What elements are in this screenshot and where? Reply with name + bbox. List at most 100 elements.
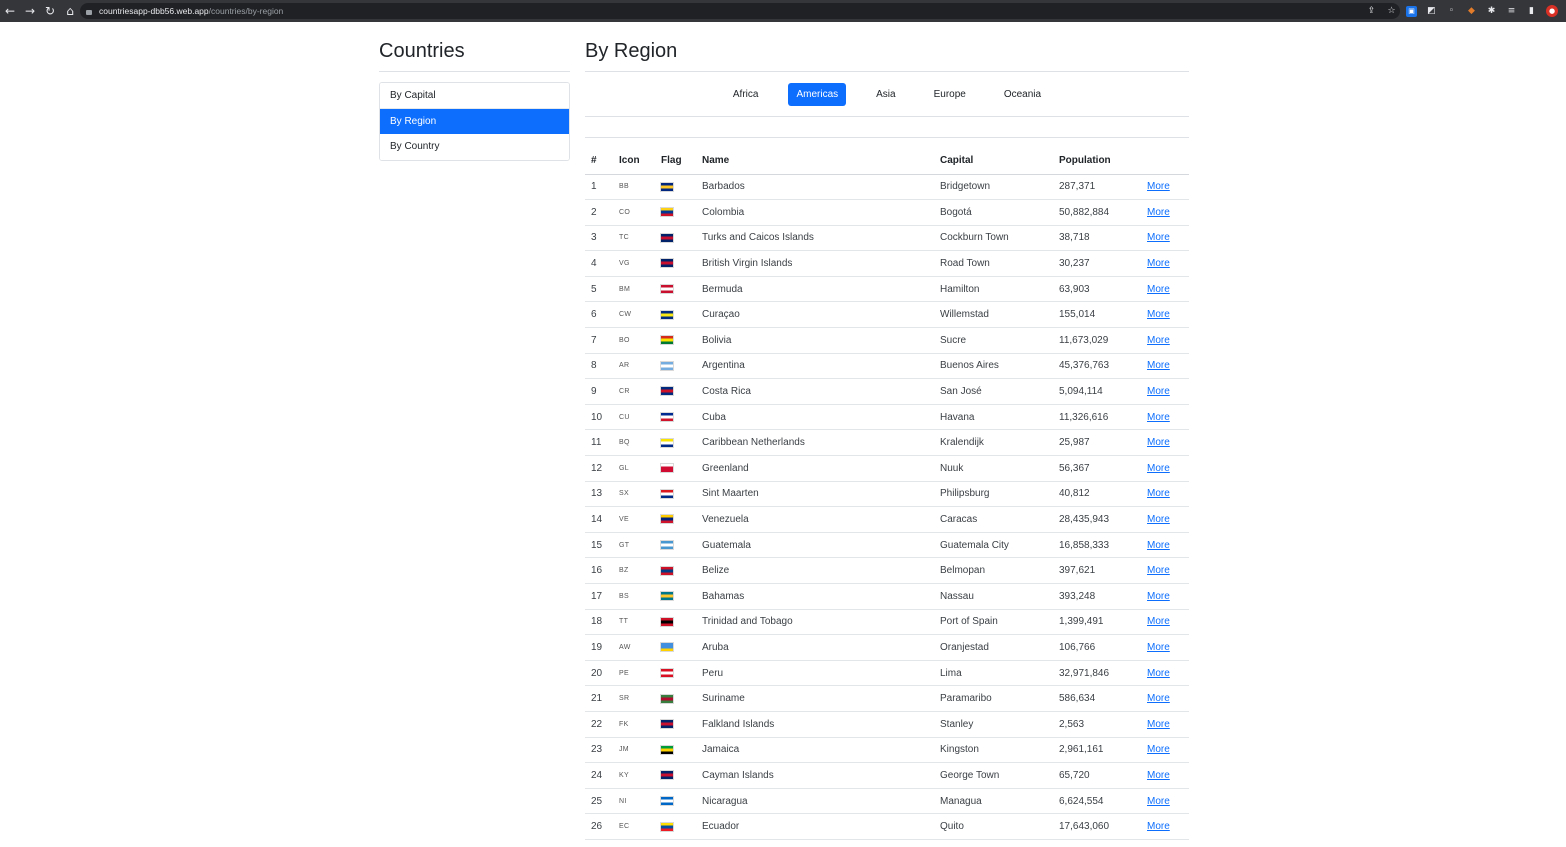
flag-icon (660, 360, 674, 371)
address-bar[interactable]: countriesapp-dbb56.web.app/countries/by-… (80, 3, 1400, 19)
flag-icon (660, 719, 674, 730)
more-link[interactable]: More (1147, 181, 1170, 192)
country-code: AW (613, 634, 655, 661)
country-population: 6,624,554 (1053, 788, 1141, 815)
country-population: 45,376,763 (1053, 353, 1141, 380)
more-link[interactable]: More (1147, 668, 1170, 679)
more-link[interactable]: More (1147, 821, 1170, 832)
fox-extension-icon[interactable]: ◆ (1466, 6, 1477, 17)
more-link[interactable]: More (1147, 258, 1170, 269)
sidebar-item-by-region[interactable]: By Region (380, 108, 569, 135)
country-name: Belize (696, 557, 934, 584)
country-name: Ecuador (696, 813, 934, 840)
country-name: Trinidad and Tobago (696, 609, 934, 636)
reload-icon[interactable]: ↻ (40, 0, 60, 22)
table-row: 26 EC Ecuador Quito 17,643,060 More (585, 813, 1189, 840)
table-row: 22 FK Falkland Islands Stanley 2,563 More (585, 711, 1189, 738)
more-link[interactable]: More (1147, 335, 1170, 346)
flag-icon (660, 616, 674, 627)
more-link[interactable]: More (1147, 514, 1170, 525)
puzzle-icon[interactable]: ✱ (1486, 6, 1497, 17)
more-link[interactable]: More (1147, 463, 1170, 474)
table-header-row: # Icon Flag Name Capital Population (585, 148, 1189, 175)
region-button-asia[interactable]: Asia (868, 83, 903, 106)
region-button-europe[interactable]: Europe (926, 83, 974, 106)
country-population: 65,720 (1053, 762, 1141, 789)
more-link[interactable]: More (1147, 207, 1170, 218)
more-link[interactable]: More (1147, 796, 1170, 807)
region-button-americas[interactable]: Americas (788, 82, 847, 106)
more-link[interactable]: More (1147, 437, 1170, 448)
country-code: SR (613, 685, 655, 712)
country-capital: Caracas (934, 506, 1053, 533)
more-link[interactable]: More (1147, 591, 1170, 602)
more-cell: More (1141, 174, 1189, 201)
forward-arrow-icon[interactable]: → (20, 0, 40, 22)
more-link[interactable]: More (1147, 284, 1170, 295)
flag-cell (655, 378, 696, 405)
more-link[interactable]: More (1147, 616, 1170, 627)
more-cell: More (1141, 737, 1189, 764)
lock-icon (86, 7, 93, 15)
divider (379, 71, 570, 72)
country-code: NI (613, 788, 655, 815)
table-row: 19 AW Aruba Oranjestad 106,766 More (585, 634, 1189, 661)
more-link[interactable]: More (1147, 232, 1170, 243)
more-link[interactable]: More (1147, 488, 1170, 499)
country-name: Nicaragua (696, 788, 934, 815)
country-capital: Lima (934, 660, 1053, 687)
side-panel-icon[interactable]: ▮ (1526, 6, 1537, 17)
country-name: Bolivia (696, 327, 934, 354)
more-link[interactable]: More (1147, 309, 1170, 320)
table-row: 13 SX Sint Maarten Philipsburg 40,812 More (585, 481, 1189, 508)
country-code: VE (613, 506, 655, 533)
more-cell: More (1141, 506, 1189, 533)
region-button-oceania[interactable]: Oceania (996, 83, 1049, 106)
country-code: BS (613, 583, 655, 610)
country-name: Costa Rica (696, 378, 934, 405)
flag-cell (655, 276, 696, 303)
flag-icon (660, 514, 674, 525)
more-link[interactable]: More (1147, 693, 1170, 704)
sidebar-item-by-country[interactable]: By Country (380, 134, 569, 161)
sidebar-item-by-capital[interactable]: By Capital (380, 83, 569, 109)
more-link[interactable]: More (1147, 744, 1170, 755)
sidebar-title: Countries (379, 40, 465, 62)
extension-icon[interactable]: ◦ (1446, 6, 1457, 17)
region-button-africa[interactable]: Africa (725, 83, 767, 106)
profile-avatar[interactable]: ● (1546, 5, 1558, 17)
country-capital: Sucre (934, 327, 1053, 354)
country-code: KY (613, 762, 655, 789)
star-icon[interactable]: ☆ (1386, 6, 1397, 17)
country-code: BO (613, 327, 655, 354)
more-link[interactable]: More (1147, 360, 1170, 371)
extension-icon[interactable]: ◩ (1426, 6, 1437, 17)
more-link[interactable]: More (1147, 412, 1170, 423)
reading-list-icon[interactable]: ≡ (1506, 6, 1517, 17)
extension-icon[interactable]: ▣ (1406, 5, 1417, 17)
home-icon[interactable]: ⌂ (60, 0, 80, 22)
more-link[interactable]: More (1147, 386, 1170, 397)
more-link[interactable]: More (1147, 565, 1170, 576)
flag-cell (655, 506, 696, 533)
table-row: 21 SR Suriname Paramaribo 586,634 More (585, 685, 1189, 712)
back-arrow-icon[interactable]: ← (0, 0, 20, 22)
more-cell: More (1141, 378, 1189, 405)
more-link[interactable]: More (1147, 540, 1170, 551)
share-icon[interactable]: ⇪ (1366, 6, 1377, 17)
flag-cell (655, 557, 696, 584)
country-capital: San José (934, 378, 1053, 405)
country-capital: Kingston (934, 737, 1053, 764)
table-row: 14 VE Venezuela Caracas 28,435,943 More (585, 506, 1189, 533)
country-population: 63,903 (1053, 276, 1141, 303)
more-link[interactable]: More (1147, 642, 1170, 653)
more-cell: More (1141, 327, 1189, 354)
browser-toolbar: ← → ↻ ⌂ countriesapp-dbb56.web.app/count… (0, 0, 1566, 22)
flag-icon (660, 693, 674, 704)
row-number: 14 (585, 506, 613, 533)
country-capital: Cockburn Town (934, 225, 1053, 252)
country-code: VG (613, 250, 655, 277)
table-row: 23 JM Jamaica Kingston 2,961,161 More (585, 737, 1189, 764)
more-link[interactable]: More (1147, 770, 1170, 781)
more-link[interactable]: More (1147, 719, 1170, 730)
